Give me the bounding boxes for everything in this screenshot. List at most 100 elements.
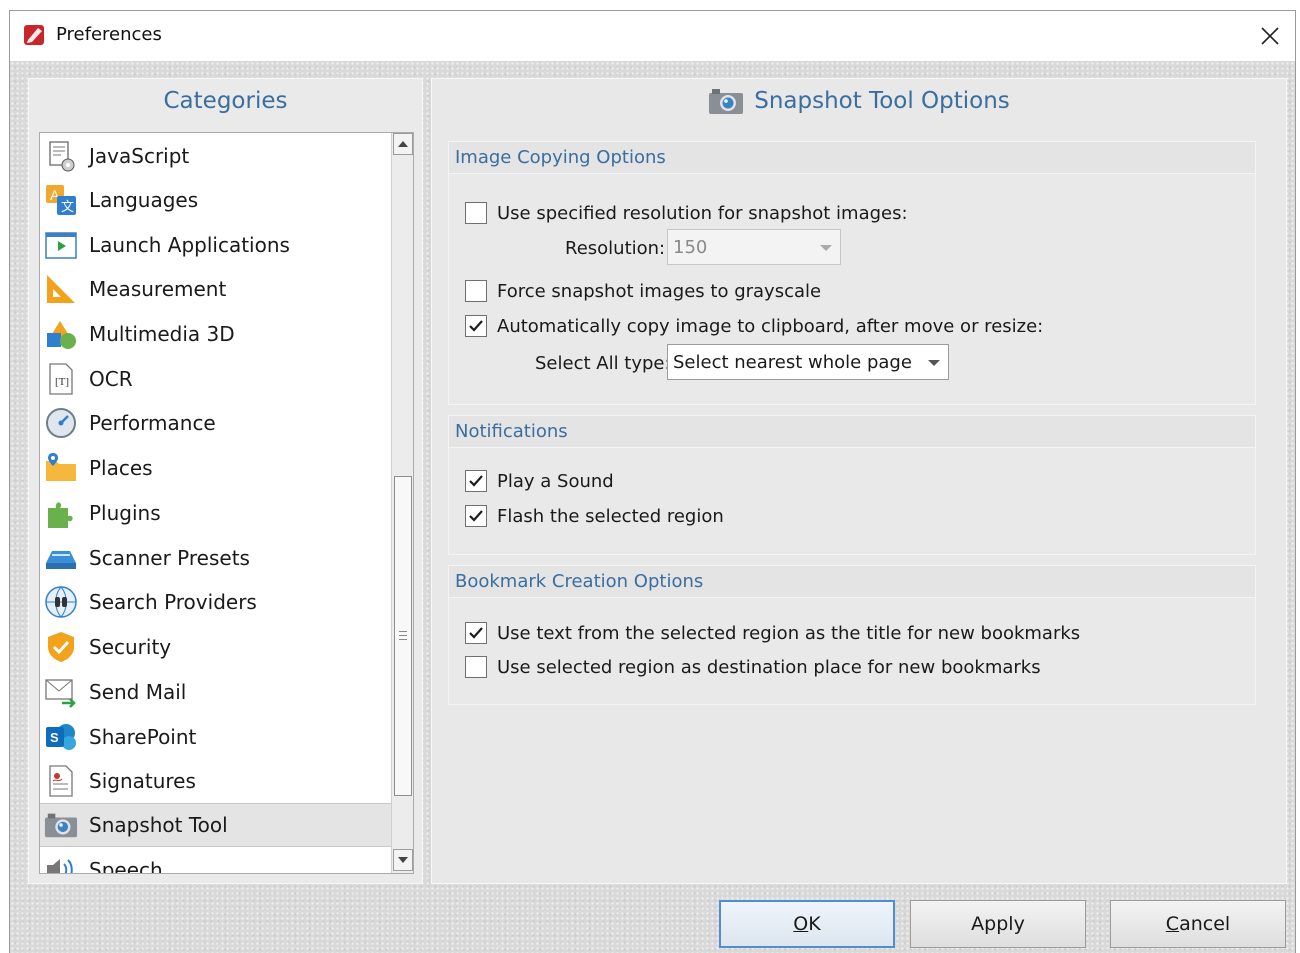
category-item[interactable]: Security [40,625,391,669]
cancel-label: ancel [1179,913,1231,935]
category-item[interactable]: Measurement [40,267,391,311]
category-label: Snapshot Tool [89,813,228,837]
dropdown-arrow-icon [820,245,832,251]
preferences-dialog: Preferences Categories JavaScript A 文 Langu… [9,10,1296,953]
auto-copy-label: Automatically copy image to clipboard, a… [497,315,1044,337]
category-label: OCR [89,367,133,391]
use-text-checkbox[interactable] [465,622,487,644]
category-item[interactable]: Speech [40,848,391,873]
category-item[interactable]: JavaScript [40,134,391,178]
category-item[interactable]: A 文 Languages [40,178,391,222]
svg-text:S: S [50,730,59,745]
scroll-up-button[interactable] [393,133,413,155]
auto-copy-checkbox[interactable] [465,315,487,337]
category-item[interactable]: Performance [40,401,391,445]
play-window-icon [43,227,79,263]
select-all-value: Select nearest whole page [673,351,912,373]
category-label: Performance [89,411,216,435]
category-label: Measurement [89,277,227,301]
category-label: JavaScript [89,144,190,168]
chevron-down-icon [398,857,408,863]
select-all-label: Select All type: [535,353,671,374]
select-all-row: Select All type: [535,353,671,374]
apply-label: Apply [971,913,1025,935]
cancel-mnemonic: C [1165,913,1180,935]
camera-icon [709,89,744,114]
grip-icon [399,631,407,640]
apply-button[interactable]: Apply [910,900,1086,948]
resolution-select[interactable]: 150 [667,229,841,265]
category-item[interactable]: [T] OCR [40,357,391,401]
categories-header: Categories [163,88,288,114]
ocr-document-icon: [T] [43,361,79,397]
script-gear-icon [43,138,79,174]
use-resolution-row: Use specified resolution for snapshot im… [465,202,908,224]
resolution-row: Resolution: [565,238,665,259]
category-item[interactable]: S SharePoint [40,715,391,759]
dropdown-arrow-icon [928,360,940,366]
categories-list[interactable]: JavaScript A 文 Languages Launch Applications… [39,132,414,874]
signature-document-icon [43,763,79,799]
use-resolution-label: Use specified resolution for snapshot im… [497,202,908,224]
play-sound-label: Play a Sound [497,470,614,492]
resolution-value: 150 [673,236,708,258]
scroll-thumb[interactable] [394,476,412,796]
app-logo-icon [23,23,47,47]
title-bar: Preferences [10,11,1295,61]
options-title: Snapshot Tool Options [754,88,1010,114]
options-header: Snapshot Tool Options [432,79,1286,123]
play-sound-checkbox[interactable] [465,470,487,492]
puzzle-icon [43,495,79,531]
shapes-3d-icon [43,316,79,352]
use-resolution-checkbox[interactable] [465,202,487,224]
category-item[interactable]: Plugins [40,491,391,535]
chevron-up-icon [398,141,408,147]
categories-scrollbar[interactable] [391,133,413,873]
categories-panel: Categories JavaScript A 文 Languages Launch A… [28,78,423,884]
category-item[interactable]: Scanner Presets [40,536,391,580]
grayscale-checkbox[interactable] [465,280,487,302]
category-item[interactable]: Snapshot Tool [40,803,391,847]
options-panel: Snapshot Tool Options Image Copying Opti… [431,78,1287,884]
shield-check-icon [43,629,79,665]
auto-copy-row: Automatically copy image to clipboard, a… [465,315,1043,337]
scroll-down-button[interactable] [393,849,413,871]
svg-text:文: 文 [61,199,74,214]
category-label: Scanner Presets [89,546,250,570]
use-region-label: Use selected region as destination place… [497,656,1041,678]
flash-region-checkbox[interactable] [465,505,487,527]
image-copying-group: Image Copying Options Use specified reso… [448,141,1256,405]
globe-binoculars-icon [43,584,79,620]
category-item[interactable]: Search Providers [40,580,391,624]
bookmark-creation-group: Bookmark Creation Options Use text from … [448,565,1256,705]
close-icon [1261,27,1279,45]
image-copying-title: Image Copying Options [449,142,1255,174]
ruler-triangle-icon [43,271,79,307]
category-item[interactable]: Launch Applications [40,223,391,267]
speedometer-icon [43,405,79,441]
folder-location-icon [43,450,79,486]
sharepoint-icon: S [43,719,79,755]
category-item[interactable]: Send Mail [40,670,391,714]
category-label: SharePoint [89,725,197,749]
category-label: Places [89,456,153,480]
use-region-checkbox[interactable] [465,656,487,678]
ok-button[interactable]: OK [719,900,895,948]
category-label: Signatures [89,769,196,793]
use-region-row: Use selected region as destination place… [465,656,1041,678]
translate-icon: A文 [43,182,79,218]
category-label: Launch Applications [89,233,290,257]
select-all-type-select[interactable]: Select nearest whole page [667,344,949,380]
resolution-label: Resolution: [565,238,666,259]
grayscale-label: Force snapshot images to grayscale [497,280,822,302]
close-button[interactable] [1245,11,1295,61]
category-item[interactable]: Places [40,446,391,490]
category-label: Plugins [89,501,161,525]
category-item[interactable]: Signatures [40,759,391,803]
cancel-button[interactable]: Cancel [1110,900,1286,948]
use-text-label: Use text from the selected region as the… [497,622,1081,644]
category-label: Speech [89,858,163,873]
category-label: Multimedia 3D [89,322,235,346]
flash-region-row: Flash the selected region [465,505,724,527]
category-item[interactable]: Multimedia 3D [40,312,391,356]
